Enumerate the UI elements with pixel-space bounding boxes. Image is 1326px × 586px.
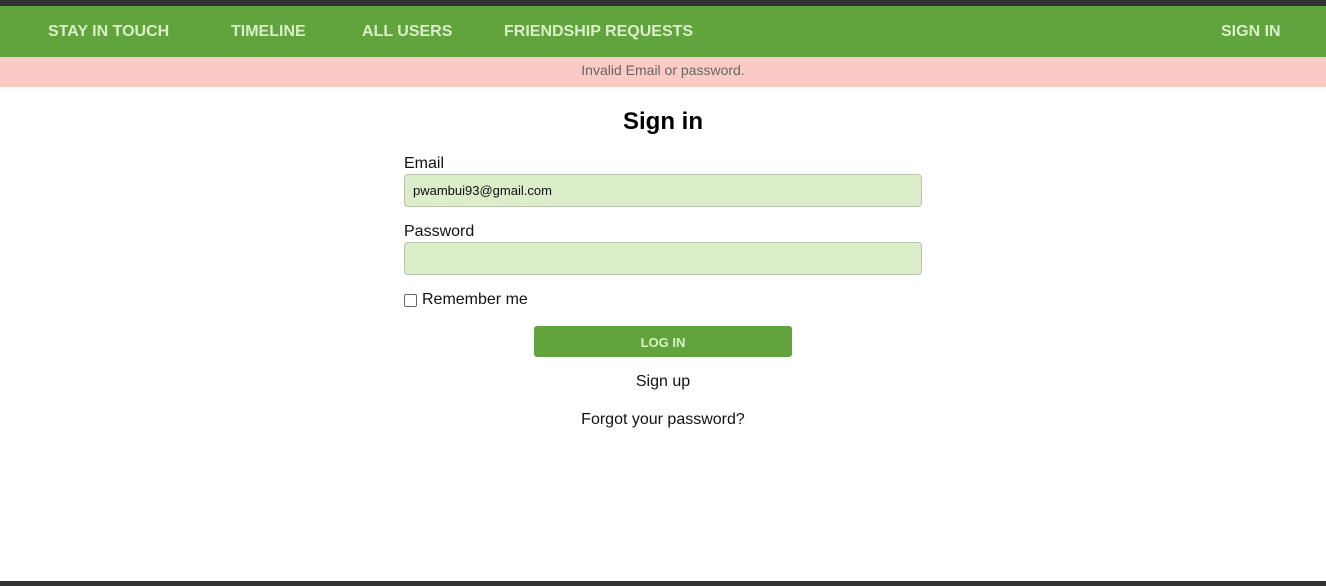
page-title: Sign in <box>623 108 703 135</box>
nav-item-timeline[interactable]: TIMELINE <box>231 6 306 57</box>
password-label: Password <box>404 223 475 240</box>
email-field[interactable]: pwambui93@gmail.com <box>404 174 922 207</box>
remember-me: Remember me <box>404 291 528 309</box>
email-label: Email <box>404 155 445 172</box>
sign-up-link[interactable]: Sign up <box>0 373 1326 391</box>
navbar: STAY IN TOUCH TIMELINE ALL USERS FRIENDS… <box>0 6 1326 57</box>
remember-me-checkbox[interactable] <box>404 293 417 307</box>
nav-sign-in[interactable]: SIGN IN <box>1221 6 1281 57</box>
remember-me-label[interactable]: Remember me <box>422 291 528 309</box>
password-field[interactable] <box>404 242 922 275</box>
nav-item-all-users[interactable]: ALL USERS <box>362 6 452 57</box>
forgot-password-link[interactable]: Forgot your password? <box>0 411 1326 429</box>
nav-item-friendship-requests[interactable]: FRIENDSHIP REQUESTS <box>504 6 693 57</box>
log-in-button[interactable]: LOG IN <box>534 326 792 357</box>
brand-link[interactable]: STAY IN TOUCH <box>48 6 169 57</box>
error-alert: Invalid Email or password. <box>0 57 1326 87</box>
bottom-border <box>0 581 1326 586</box>
